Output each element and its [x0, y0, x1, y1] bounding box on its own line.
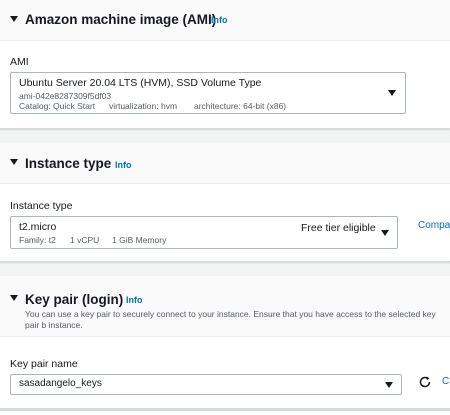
key-pair-description: You can use a key pair to securely conne…	[25, 309, 436, 330]
key-pair-select[interactable]: sasadangelo_keys	[10, 374, 402, 395]
ami-field-label: AMI	[10, 56, 29, 68]
key-pair-info-link[interactable]: Info	[126, 295, 143, 305]
ami-virtualization: virtualization: hvm	[109, 101, 178, 111]
ami-section-title: Amazon machine image (AMI)	[25, 12, 217, 27]
collapse-caret-icon[interactable]	[10, 159, 18, 165]
ami-id: ami-042e8287309f5df03	[19, 91, 112, 101]
instance-memory: 1 GiB Memory	[112, 235, 167, 245]
instance-type-info-link[interactable]: Info	[115, 160, 132, 170]
collapse-caret-icon[interactable]	[10, 16, 18, 22]
free-tier-badge: Free tier eligible	[301, 222, 376, 234]
instance-type-field-label: Instance type	[10, 200, 73, 212]
instance-vcpu: 1 vCPU	[70, 235, 100, 245]
ami-catalog: Catalog: Quick Start	[19, 101, 96, 111]
ami-panel: Amazon machine image (AMI) Info AMI Ubun…	[0, 0, 450, 129]
create-key-pair-link[interactable]: C	[442, 376, 449, 387]
instance-type-select[interactable]: t2.micro Family: t2 1 vCPU 1 GiB Memory …	[10, 216, 398, 249]
caret-down-icon	[388, 90, 396, 96]
bottom-panel-edge	[0, 410, 450, 415]
ami-select[interactable]: Ubuntu Server 20.04 LTS (HVM), SSD Volum…	[10, 72, 406, 114]
ami-architecture: architecture: 64-bit (x86)	[194, 101, 287, 111]
instance-type-selected: t2.micro	[19, 221, 57, 233]
ami-panel-header[interactable]: Amazon machine image (AMI) Info	[0, 0, 450, 41]
refresh-icon[interactable]	[418, 375, 432, 389]
instance-type-panel: Instance type Info Instance type t2.micr…	[0, 143, 450, 262]
key-pair-panel-header[interactable]: Key pair (login) Info You can use a key …	[0, 276, 450, 337]
caret-down-icon	[385, 382, 393, 388]
instance-type-section-title: Instance type	[25, 156, 112, 171]
collapse-caret-icon[interactable]	[10, 295, 18, 301]
compare-instance-types-link[interactable]: Compa	[418, 220, 450, 231]
ami-info-link[interactable]: Info	[211, 15, 228, 25]
instance-type-panel-header[interactable]: Instance type Info	[0, 143, 450, 184]
key-pair-panel: Key pair (login) Info You can use a key …	[0, 276, 450, 409]
key-pair-field-label: Key pair name	[10, 358, 78, 370]
caret-down-icon	[381, 230, 389, 236]
ami-selected-name: Ubuntu Server 20.04 LTS (HVM), SSD Volum…	[19, 77, 262, 89]
instance-family: Family: t2	[19, 235, 56, 245]
key-pair-section-title: Key pair (login)	[25, 292, 124, 307]
key-pair-selected: sasadangelo_keys	[19, 378, 102, 389]
